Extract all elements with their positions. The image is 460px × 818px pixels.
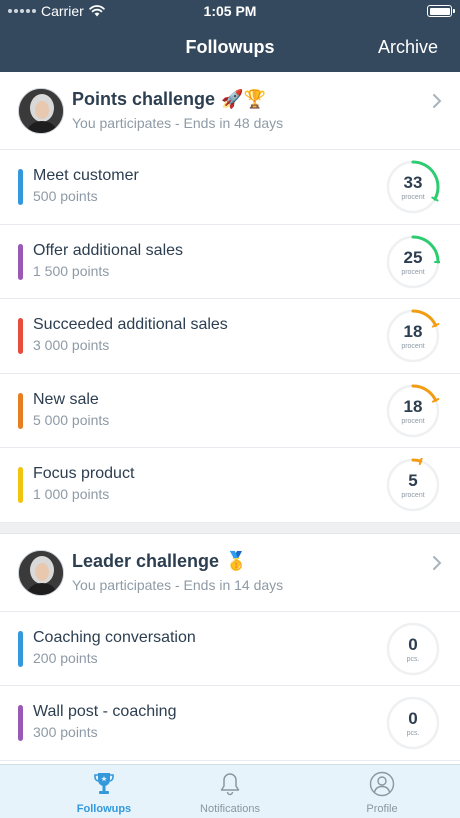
avatar xyxy=(18,549,64,596)
user-icon xyxy=(307,771,457,797)
progress-ring-marker xyxy=(418,458,423,466)
progress-unit: procent xyxy=(401,194,425,201)
goal-color-bar xyxy=(18,243,23,280)
goal-color-bar xyxy=(18,630,23,667)
challenge-emoji: 🚀🏆 xyxy=(221,89,266,109)
challenge-list: Points challenge 🚀🏆 You participates - E… xyxy=(0,72,460,764)
goal-title: Coaching conversation xyxy=(33,628,196,646)
progress-ring: 0 pcs. xyxy=(386,696,440,750)
goal-points: 5 000 points xyxy=(33,411,110,428)
status-time: 1:05 PM xyxy=(203,3,257,19)
navigation-bar: Carrier 1:05 PM Followups Archive xyxy=(0,0,460,72)
chevron-right-icon xyxy=(432,92,442,115)
goal-row[interactable]: New sale 5 000 points 18 procent xyxy=(0,374,460,448)
progress-value: 25 xyxy=(403,247,423,267)
challenge-title: Points challenge 🚀🏆 xyxy=(72,89,266,110)
progress-ring: 0 pcs. xyxy=(386,622,440,676)
goal-title: Offer additional sales xyxy=(33,241,184,259)
goal-color-bar xyxy=(18,169,23,205)
tab-notifications[interactable]: Notifications xyxy=(155,771,305,815)
progress-value: 18 xyxy=(403,322,423,341)
challenge-subtitle: You participates - Ends in 14 days xyxy=(72,576,284,593)
goal-row[interactable]: Focus product 1 000 points 5 procent xyxy=(0,448,460,523)
goal-color-bar xyxy=(18,392,23,429)
progress-unit: pcs. xyxy=(406,655,420,663)
progress-value: 18 xyxy=(403,396,423,416)
status-bar: Carrier 1:05 PM xyxy=(0,0,460,22)
challenge-emoji: 🥇 xyxy=(225,550,248,571)
goal-row[interactable]: Succeeded additional sales 3 000 points … xyxy=(0,299,460,374)
avatar xyxy=(18,88,64,134)
progress-unit: pcs. xyxy=(406,730,420,737)
goal-points: 3 000 points xyxy=(33,337,110,353)
tab-profile[interactable]: Profile xyxy=(307,771,457,815)
goal-points: 1 000 points xyxy=(33,486,110,502)
goal-points: 300 points xyxy=(33,724,98,740)
battery-icon xyxy=(427,5,455,17)
goal-title: Focus product xyxy=(33,465,135,482)
goal-row[interactable]: Wall post - coaching 300 points 0 pcs. xyxy=(0,686,460,761)
challenge-title-text: Points challenge xyxy=(72,89,216,109)
goal-title: Succeeded additional sales xyxy=(33,316,228,333)
goal-row[interactable]: Coaching conversation 200 points 0 pcs. xyxy=(0,612,460,686)
progress-unit: procent xyxy=(401,492,425,499)
goal-row[interactable]: Offer additional sales 1 500 points 25 p… xyxy=(0,225,460,299)
progress-ring: 25 procent xyxy=(386,235,440,289)
goal-points: 1 500 points xyxy=(33,262,110,279)
progress-ring-arc xyxy=(411,458,423,463)
challenge-subtitle: You participates - Ends in 48 days xyxy=(72,115,284,131)
goal-points: 200 points xyxy=(33,649,98,666)
tab-bar: Followups Notifications Profile xyxy=(0,764,460,818)
progress-value: 5 xyxy=(408,471,418,490)
tab-label: Profile xyxy=(366,803,398,815)
challenge-title-text: Leader challenge xyxy=(72,550,220,571)
tab-label: Notifications xyxy=(200,803,260,815)
progress-unit: procent xyxy=(401,417,425,425)
challenge-header-leader[interactable]: Leader challenge 🥇 You participates - En… xyxy=(0,534,460,612)
goal-row[interactable]: Meet customer 500 points 33 procent xyxy=(0,150,460,225)
progress-ring: 5 procent xyxy=(386,458,440,512)
bell-icon xyxy=(155,771,305,797)
progress-value: 0 xyxy=(408,709,418,728)
goal-title: Wall post - coaching xyxy=(33,703,177,720)
challenge-title: Leader challenge 🥇 xyxy=(72,551,247,572)
goal-title: New sale xyxy=(33,390,99,408)
goal-color-bar xyxy=(18,318,23,354)
progress-ring: 33 procent xyxy=(386,160,440,214)
archive-button[interactable]: Archive xyxy=(378,37,438,58)
progress-ring: 18 procent xyxy=(386,309,440,363)
progress-value: 0 xyxy=(408,634,418,654)
progress-unit: procent xyxy=(401,343,425,350)
goal-color-bar xyxy=(18,467,23,503)
chevron-right-icon xyxy=(432,554,442,577)
progress-ring: 18 procent xyxy=(386,384,440,438)
goal-points: 500 points xyxy=(33,188,98,204)
progress-unit: procent xyxy=(401,268,425,276)
goal-title: Meet customer xyxy=(33,167,139,184)
goal-color-bar xyxy=(18,705,23,741)
progress-value: 33 xyxy=(403,173,423,192)
section-separator xyxy=(0,522,460,534)
challenge-header-points[interactable]: Points challenge 🚀🏆 You participates - E… xyxy=(0,72,460,150)
